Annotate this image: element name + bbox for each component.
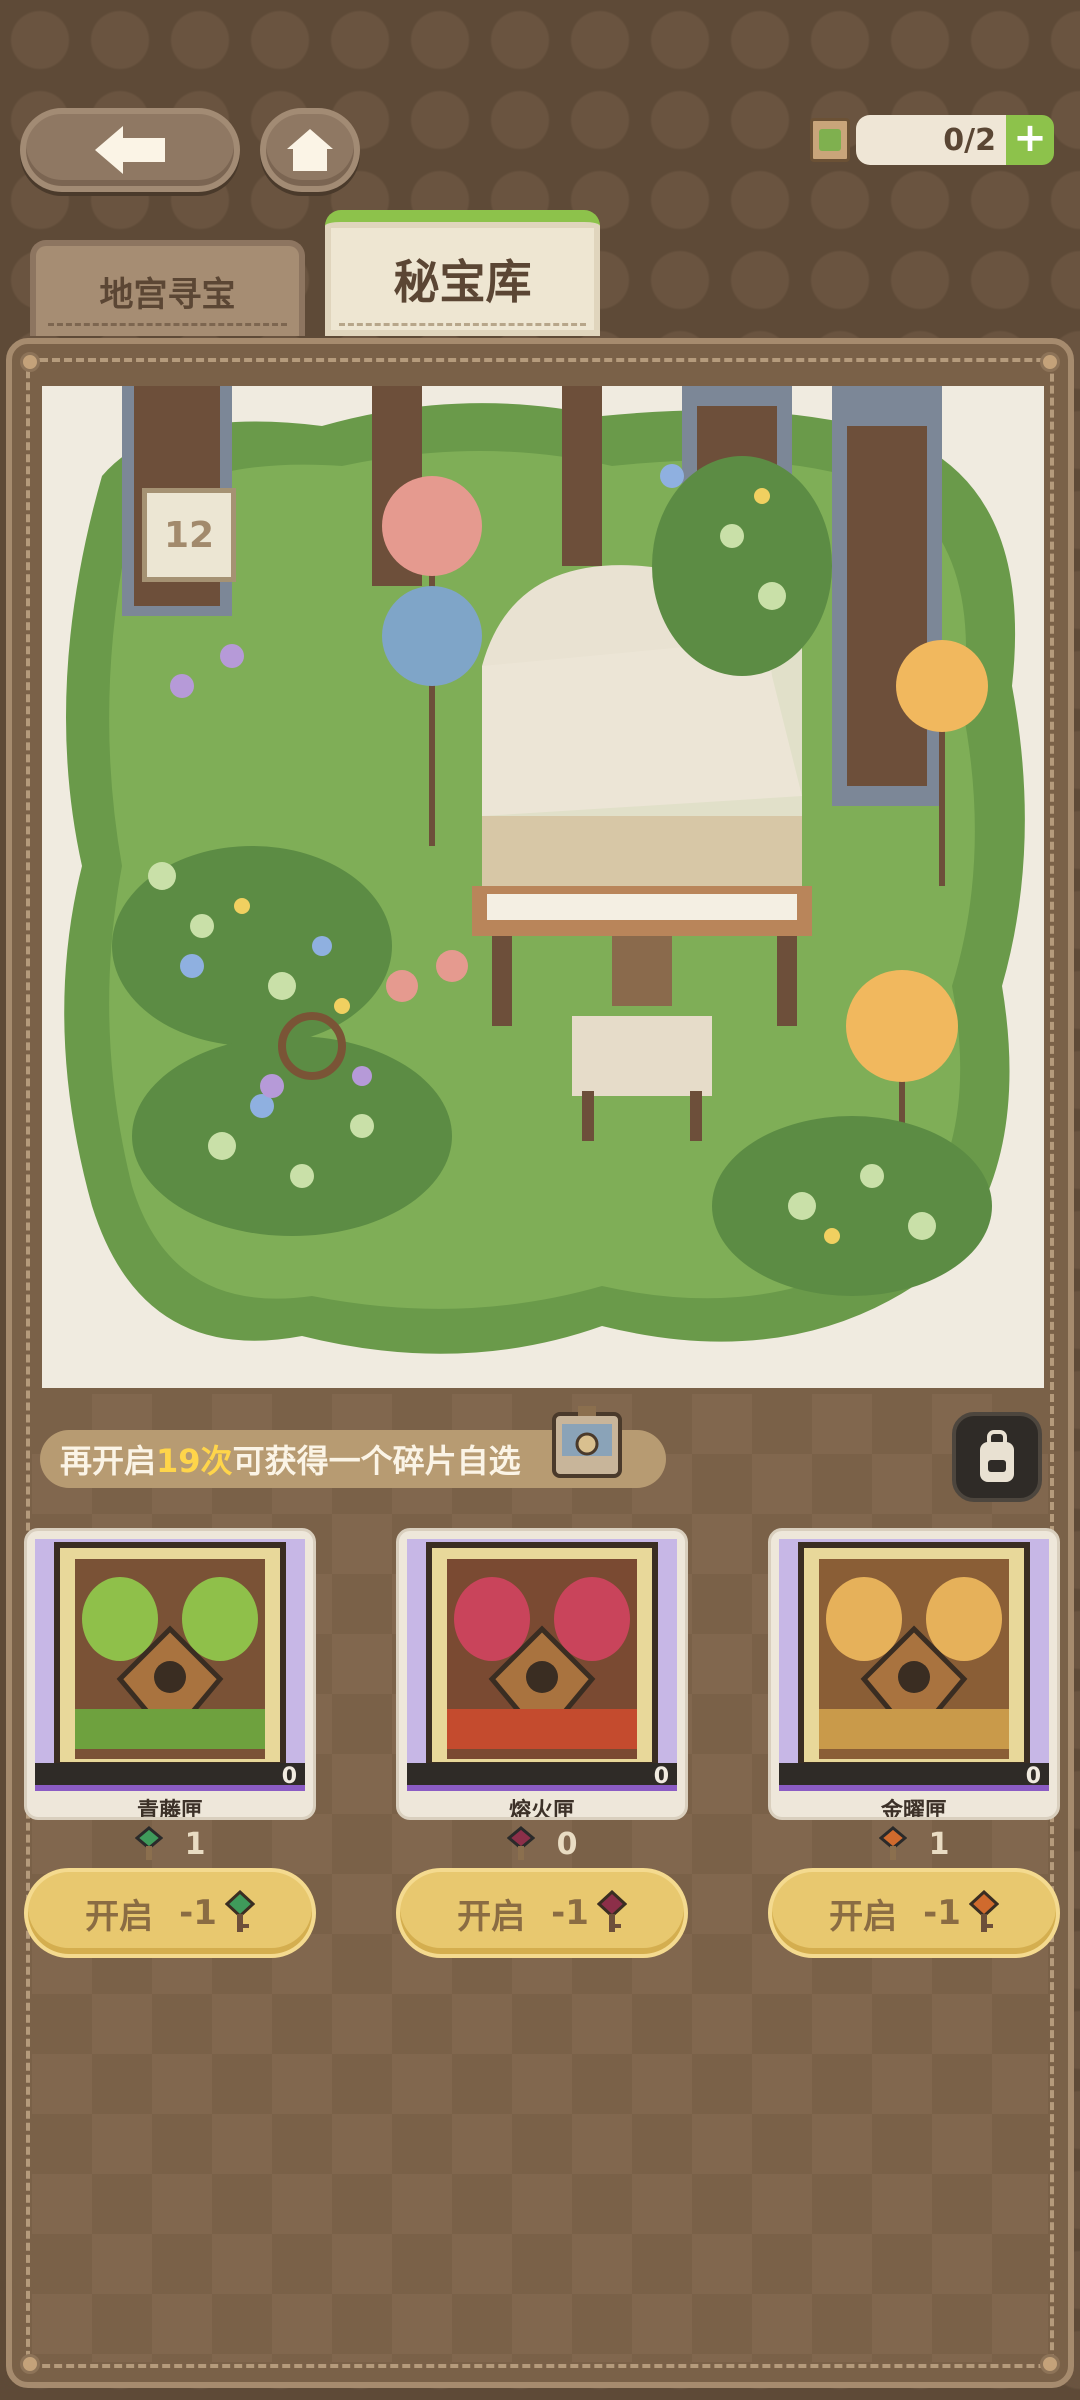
key-count: 1 bbox=[768, 1824, 1060, 1864]
box-name: 青藤匣 bbox=[136, 1799, 203, 1820]
key-counter: 0/2 + bbox=[810, 114, 1056, 166]
box-count: 0 bbox=[779, 1763, 1049, 1791]
key-count: 0 bbox=[396, 1824, 688, 1864]
box-card[interactable]: 0 青藤匣 bbox=[24, 1528, 316, 1820]
key-count-value: 1 bbox=[928, 1826, 950, 1862]
add-keys-button[interactable]: + bbox=[1006, 115, 1054, 165]
box-card[interactable]: 0 熔火匣 bbox=[396, 1528, 688, 1820]
back-arrow-icon bbox=[95, 126, 165, 174]
corner-rivet bbox=[20, 352, 40, 372]
green-key-icon bbox=[224, 1890, 255, 1932]
box-count: 0 bbox=[407, 1763, 677, 1791]
box-green: 0 青藤匣 1 开启 -1 bbox=[24, 1528, 316, 1958]
progress-suffix: 可获得一个碎片自选 bbox=[232, 1442, 521, 1480]
fragment-chest-icon[interactable] bbox=[548, 1404, 626, 1482]
door-number-plate: 12 bbox=[142, 488, 236, 582]
box-count: 0 bbox=[35, 1763, 305, 1791]
backpack-button[interactable] bbox=[952, 1412, 1042, 1502]
open-cost: -1 bbox=[551, 1893, 589, 1933]
gold-box-icon bbox=[779, 1539, 1049, 1791]
key-count-value: 0 bbox=[556, 1826, 578, 1862]
open-box-button[interactable]: 开启 -1 bbox=[396, 1868, 688, 1958]
box-name: 熔火匣 bbox=[508, 1799, 575, 1820]
box-gold: 0 金曜匣 1 开启 -1 bbox=[768, 1528, 1060, 1958]
tab-treasure-hunt[interactable]: 地宫寻宝 bbox=[30, 240, 305, 336]
open-cost: -1 bbox=[923, 1893, 961, 1933]
box-red: 0 熔火匣 0 开启 -1 bbox=[396, 1528, 688, 1958]
box-card[interactable]: 0 金曜匣 bbox=[768, 1528, 1060, 1820]
tab-secret-vault[interactable]: 秘宝库 bbox=[325, 210, 600, 336]
open-cost: -1 bbox=[179, 1893, 217, 1933]
open-label: 开启 bbox=[829, 1896, 898, 1937]
back-button[interactable] bbox=[20, 108, 240, 192]
backpack-icon bbox=[980, 1430, 1014, 1482]
key-count: 1 bbox=[24, 1824, 316, 1864]
garden-piano-scene[interactable]: 12 bbox=[42, 386, 1044, 1388]
corner-rivet bbox=[20, 2354, 40, 2374]
open-label: 开启 bbox=[85, 1896, 154, 1937]
red-key-icon bbox=[596, 1890, 627, 1932]
progress-count: 19次 bbox=[156, 1442, 233, 1480]
open-box-button[interactable]: 开启 -1 bbox=[24, 1868, 316, 1958]
key-counter-value: 0/2 bbox=[856, 115, 1006, 165]
orange-key-icon bbox=[878, 1826, 907, 1860]
progress-prefix: 再开启 bbox=[60, 1442, 157, 1480]
home-button[interactable] bbox=[260, 108, 360, 192]
home-icon bbox=[287, 129, 333, 171]
corner-rivet bbox=[1040, 352, 1060, 372]
key-count-value: 1 bbox=[184, 1826, 206, 1862]
fire-box-icon bbox=[407, 1539, 677, 1791]
orange-key-icon bbox=[968, 1890, 999, 1932]
open-box-button[interactable]: 开启 -1 bbox=[768, 1868, 1060, 1958]
ticket-icon bbox=[810, 118, 850, 162]
box-name: 金曜匣 bbox=[880, 1799, 947, 1820]
open-label: 开启 bbox=[457, 1896, 526, 1937]
corner-rivet bbox=[1040, 2354, 1060, 2374]
vine-box-icon bbox=[35, 1539, 305, 1791]
green-key-icon bbox=[134, 1826, 163, 1860]
red-key-icon bbox=[506, 1826, 535, 1860]
